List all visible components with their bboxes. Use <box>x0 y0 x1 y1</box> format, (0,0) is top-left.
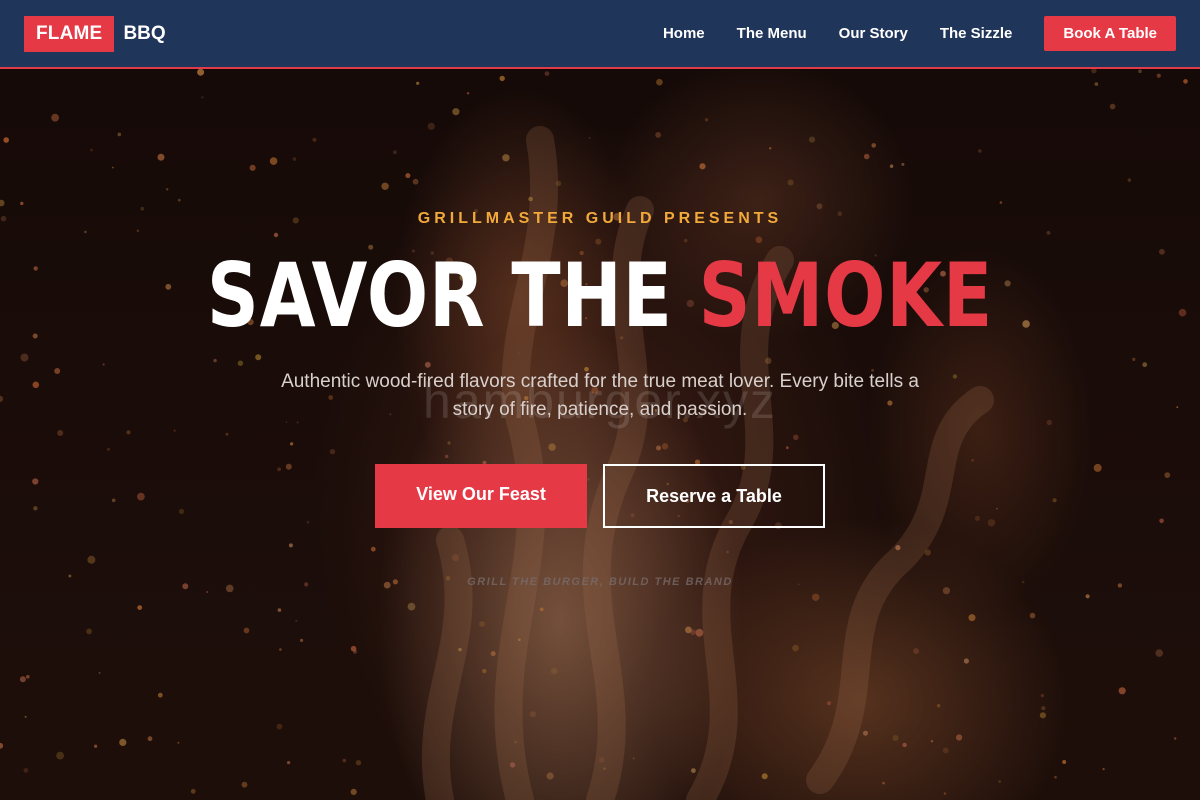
logo-highlight: FLAME <box>24 15 115 52</box>
hero-tagline: GRILL THE BURGER, BUILD THE BRAND <box>467 576 733 588</box>
book-table-button[interactable]: Book A Table <box>1044 16 1176 51</box>
logo-text: BBQ <box>123 22 166 44</box>
hero-eyebrow: GRILLMASTER GUILD PRESENTS <box>417 210 783 227</box>
headline-main: SAVOR THE <box>206 244 673 347</box>
reserve-table-button[interactable]: Reserve a Table <box>603 464 825 528</box>
nav-the-sizzle[interactable]: The Sizzle <box>940 25 1013 42</box>
hero-subtext: Authentic wood-fired flavors crafted for… <box>281 371 919 420</box>
view-feast-button[interactable]: View Our Feast <box>375 464 587 528</box>
site-header: FLAME BBQ Home The Menu Our Story The Si… <box>0 0 1200 69</box>
nav-the-menu[interactable]: The Menu <box>737 25 807 42</box>
nav-our-story[interactable]: Our Story <box>839 25 908 42</box>
hero-section: GRILLMASTER GUILD PRESENTS SAVOR THE SMO… <box>0 0 1200 800</box>
nav-home[interactable]: Home <box>663 25 705 42</box>
hero-headline: SAVOR THE SMOKE <box>108 244 1092 348</box>
headline-accent: SMOKE <box>698 244 994 347</box>
logo[interactable]: FLAME BBQ <box>24 15 166 52</box>
main-nav: Home The Menu Our Story The Sizzle Book … <box>631 16 1176 51</box>
